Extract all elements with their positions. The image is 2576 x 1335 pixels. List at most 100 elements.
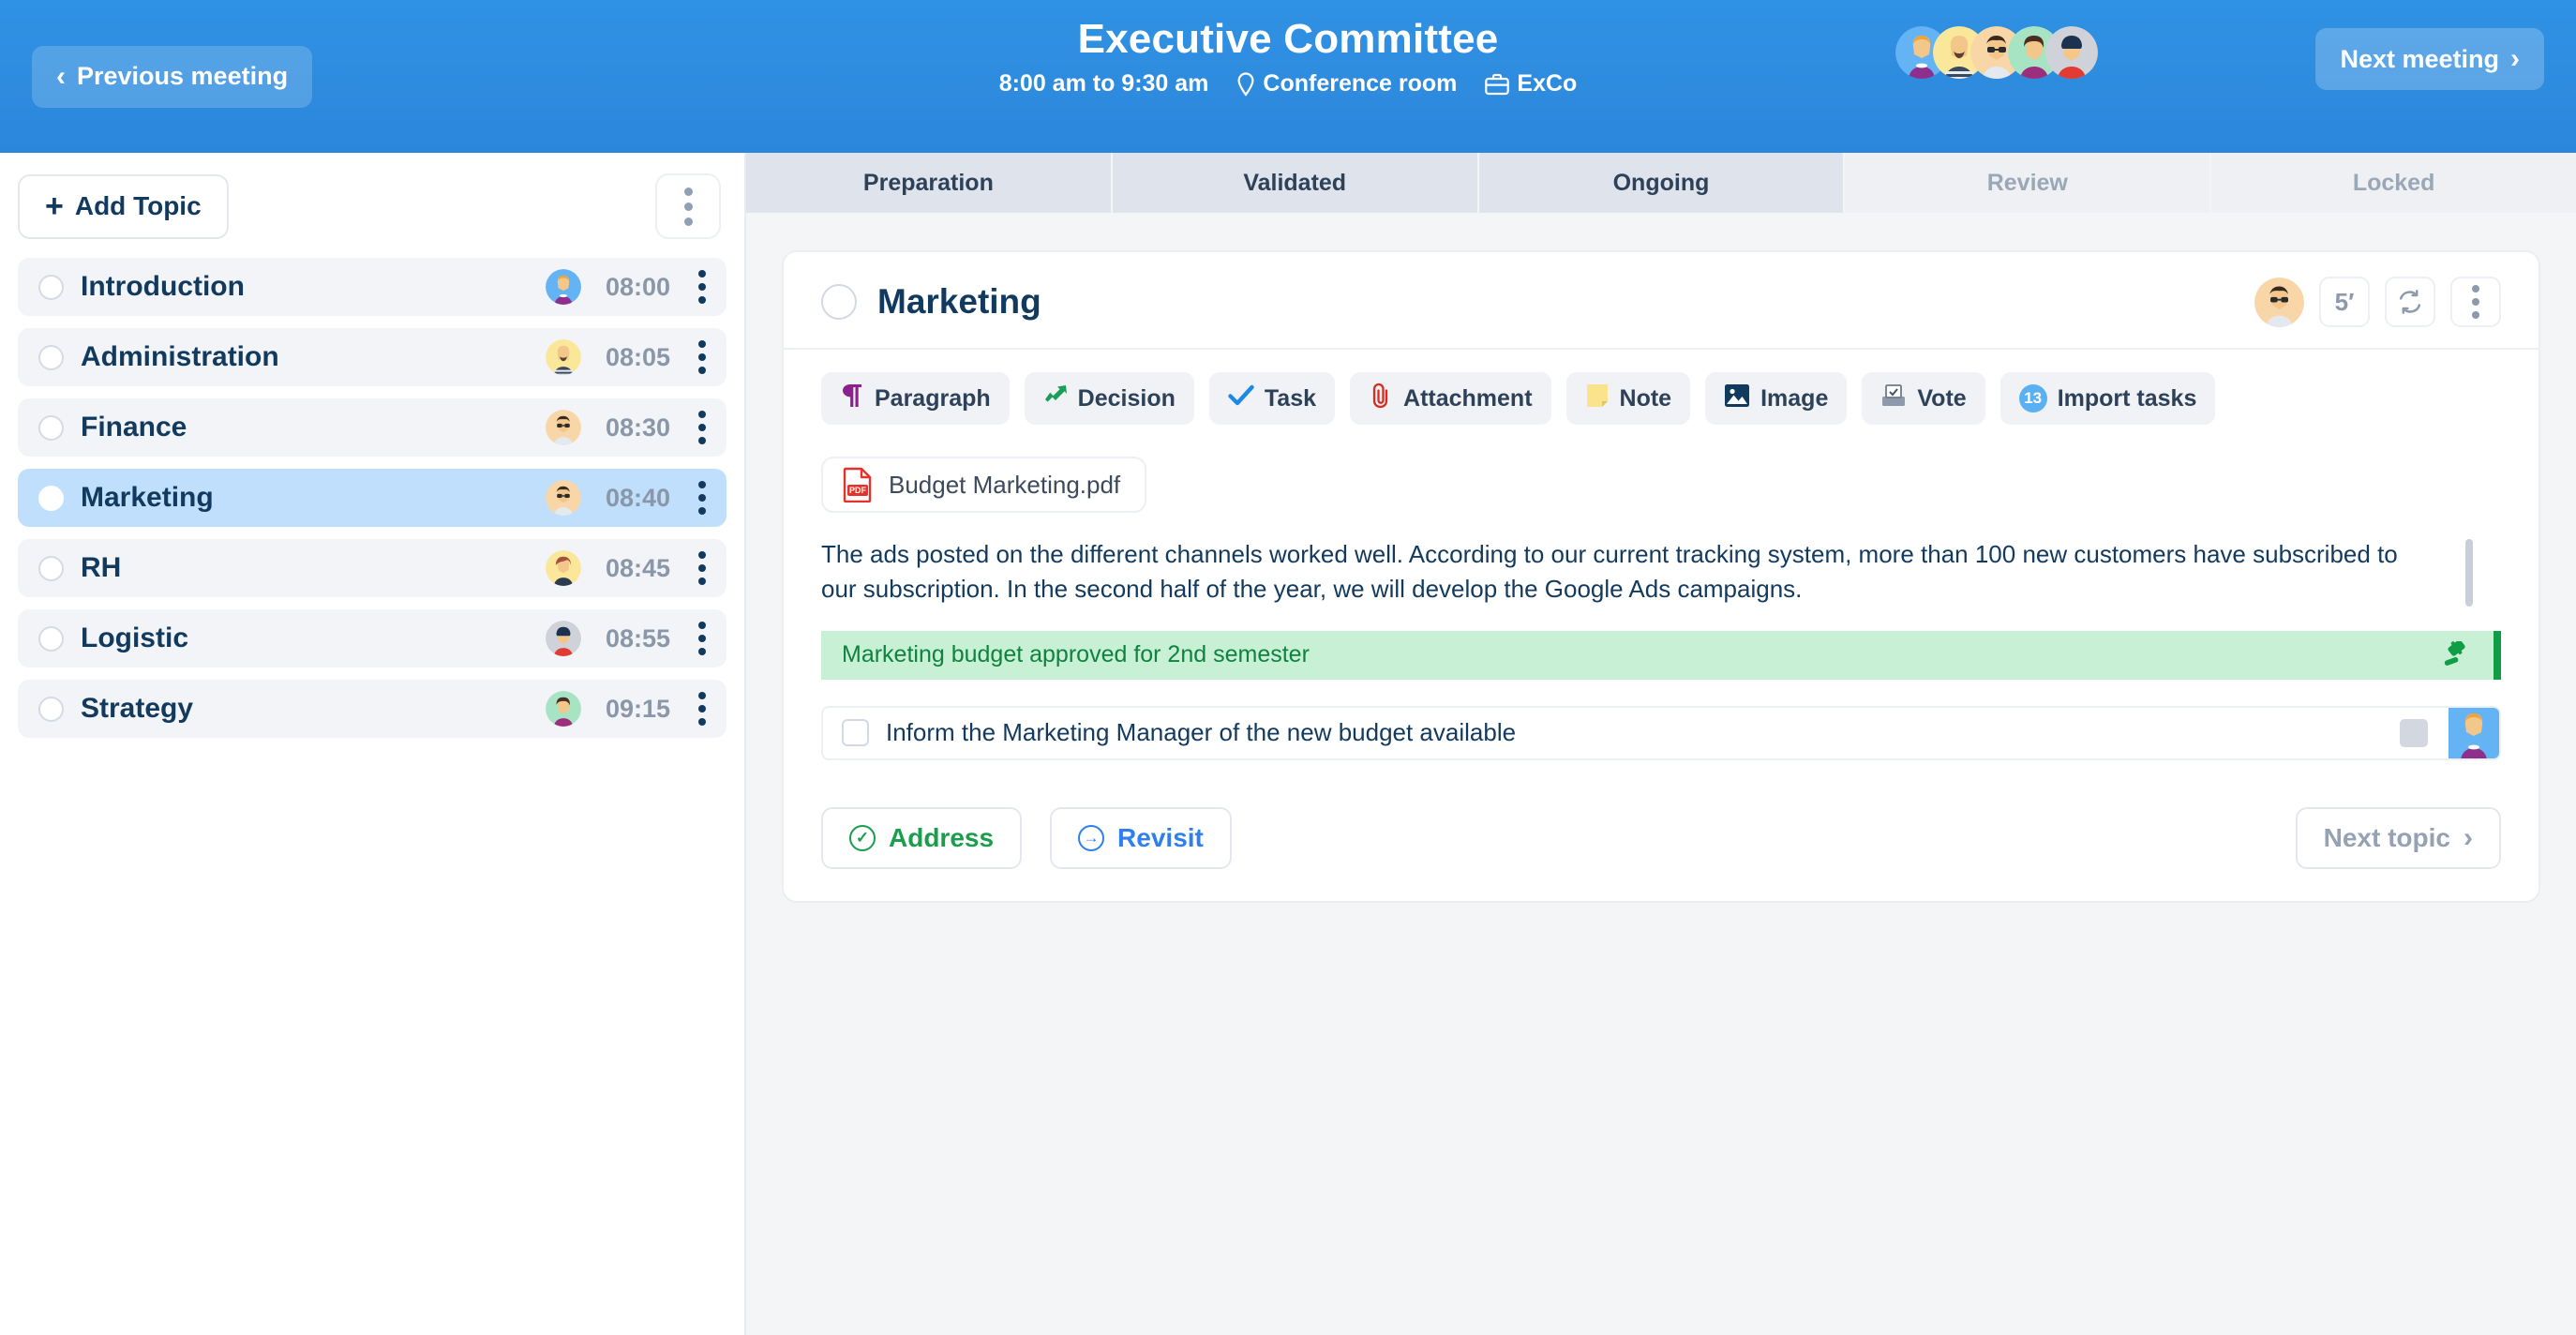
more-vertical-icon	[698, 270, 706, 278]
topic-radio[interactable]	[38, 485, 64, 511]
attachment-chip[interactable]: PDF Budget Marketing.pdf	[821, 457, 1147, 513]
chevron-right-icon: ›	[2510, 43, 2520, 74]
paperclip-icon	[1369, 382, 1393, 415]
topic-time: 08:00	[605, 272, 670, 301]
decision-text: Marketing budget approved for 2nd semest…	[842, 641, 1310, 668]
previous-meeting-label: Previous meeting	[77, 62, 289, 90]
tool-attachment-button[interactable]: Attachment	[1350, 372, 1551, 425]
sidebar-more-button[interactable]	[655, 173, 721, 239]
svg-text:PDF: PDF	[849, 486, 867, 495]
tool-task-button[interactable]: Task	[1208, 372, 1336, 425]
topic-more-button[interactable]	[691, 337, 713, 378]
topic-more-button[interactable]	[691, 266, 713, 308]
tool-label: Paragraph	[875, 384, 991, 412]
topic-radio[interactable]	[38, 274, 64, 300]
sidebar-item-administration[interactable]: Administration 08:05	[18, 328, 726, 386]
topic-card: Marketing 5′ Paragraph Decision Task Att…	[782, 250, 2540, 903]
add-topic-button[interactable]: + Add Topic	[18, 173, 229, 239]
tab-locked[interactable]: Locked	[2211, 153, 2576, 213]
paragraph-block[interactable]: The ads posted on the different channels…	[821, 537, 2473, 607]
topic-more-button[interactable]	[691, 477, 713, 518]
tool-label: Attachment	[1403, 384, 1533, 412]
attachment-name: Budget Marketing.pdf	[889, 470, 1121, 499]
topic-more-button[interactable]	[2450, 277, 2501, 327]
meeting-meta: 8:00 am to 9:30 am Conference room ExCo	[999, 70, 1578, 98]
refresh-button[interactable]	[2385, 277, 2435, 327]
tab-label: Preparation	[862, 169, 994, 196]
topic-card-footer: ✓ Address → Revisit Next topic ›	[821, 806, 2501, 869]
sidebar-item-marketing[interactable]: Marketing 08:40	[18, 469, 726, 527]
topic-radio[interactable]	[38, 344, 64, 370]
topic-radio[interactable]	[38, 414, 64, 441]
next-topic-button[interactable]: Next topic ›	[2295, 806, 2501, 869]
topic-radio[interactable]	[38, 696, 64, 722]
tab-ongoing[interactable]: Ongoing	[1478, 153, 1846, 213]
check-icon	[1228, 383, 1254, 414]
tab-review[interactable]: Review	[1845, 153, 2212, 213]
tool-import-tasks-button[interactable]: 13 Import tasks	[1999, 372, 2216, 425]
tool-decision-button[interactable]: Decision	[1024, 372, 1194, 425]
decision-block[interactable]: Marketing budget approved for 2nd semest…	[821, 630, 2501, 680]
previous-meeting-button[interactable]: ‹ Previous meeting	[32, 45, 313, 108]
meeting-header: ‹ Previous meeting Executive Committee 8…	[0, 0, 2576, 153]
more-vertical-icon	[698, 411, 706, 418]
topic-time: 08:55	[605, 623, 670, 652]
topic-more-button[interactable]	[691, 688, 713, 729]
refresh-icon	[2399, 290, 2421, 314]
participants-avatars[interactable]	[1895, 26, 2098, 79]
topic-time: 08:30	[605, 412, 670, 442]
tool-label: Vote	[1917, 384, 1967, 412]
more-vertical-icon	[698, 481, 706, 488]
next-meeting-label: Next meeting	[2340, 44, 2499, 73]
topic-duration-button[interactable]: 5′	[2319, 277, 2370, 327]
topic-radio[interactable]	[38, 555, 64, 581]
topic-more-button[interactable]	[691, 618, 713, 659]
more-vertical-icon	[2472, 285, 2479, 292]
task-text: Inform the Marketing Manager of the new …	[886, 718, 1517, 747]
next-meeting-button[interactable]: Next meeting ›	[2315, 28, 2544, 90]
sidebar-item-logistic[interactable]: Logistic 08:55	[18, 609, 726, 668]
topic-name: Marketing	[81, 482, 214, 513]
topic-name: Strategy	[81, 693, 194, 724]
tool-note-button[interactable]: Note	[1565, 372, 1691, 425]
content-scrollbar-thumb[interactable]	[2465, 539, 2473, 607]
task-checkbox[interactable]	[842, 719, 869, 747]
tool-vote-button[interactable]: Vote	[1862, 372, 1985, 425]
task-assignee-avatar[interactable]	[2449, 707, 2499, 758]
topic-more-button[interactable]	[691, 548, 713, 589]
revisit-button[interactable]: → Revisit	[1050, 806, 1232, 869]
avatar	[2045, 26, 2098, 79]
topic-time: 08:05	[605, 342, 670, 371]
topics-sidebar: + Add Topic Introduction 08:00 Administrat…	[0, 153, 746, 1335]
tool-label: Import tasks	[2057, 384, 2197, 412]
chevron-left-icon: ‹	[56, 60, 66, 92]
topic-time: 08:40	[605, 483, 670, 512]
revisit-label: Revisit	[1117, 822, 1204, 852]
workflow-tabs: Preparation Validated Ongoing Review Locked	[746, 153, 2576, 213]
tab-validated[interactable]: Validated	[1112, 153, 1479, 213]
topic-more-button[interactable]	[691, 407, 713, 448]
sidebar-item-strategy[interactable]: Strategy 09:15	[18, 680, 726, 738]
sidebar-item-rh[interactable]: RH 08:45	[18, 539, 726, 597]
more-vertical-icon	[698, 340, 706, 348]
topic-avatar	[545, 550, 581, 586]
briefcase-icon	[1485, 73, 1510, 95]
meeting-time-range: 8:00 am to 9:30 am	[998, 70, 1209, 97]
topic-avatar	[545, 621, 581, 656]
task-block[interactable]: Inform the Marketing Manager of the new …	[821, 705, 2501, 760]
tab-preparation[interactable]: Preparation	[746, 153, 1113, 213]
topic-complete-radio[interactable]	[821, 284, 857, 320]
tab-label: Validated	[1243, 169, 1347, 196]
plus-icon: +	[45, 188, 64, 224]
more-vertical-icon	[698, 622, 706, 629]
topic-radio[interactable]	[38, 625, 64, 652]
more-vertical-icon	[698, 692, 706, 699]
topic-owner-avatar[interactable]	[2254, 277, 2304, 327]
address-button[interactable]: ✓ Address	[821, 806, 1023, 869]
tool-paragraph-button[interactable]: Paragraph	[821, 372, 1010, 425]
sticky-note-icon	[1585, 382, 1610, 415]
sidebar-item-finance[interactable]: Finance 08:30	[18, 398, 726, 457]
tool-image-button[interactable]: Image	[1705, 372, 1848, 425]
sidebar-item-introduction[interactable]: Introduction 08:00	[18, 258, 726, 316]
ballot-box-icon	[1880, 383, 1907, 414]
